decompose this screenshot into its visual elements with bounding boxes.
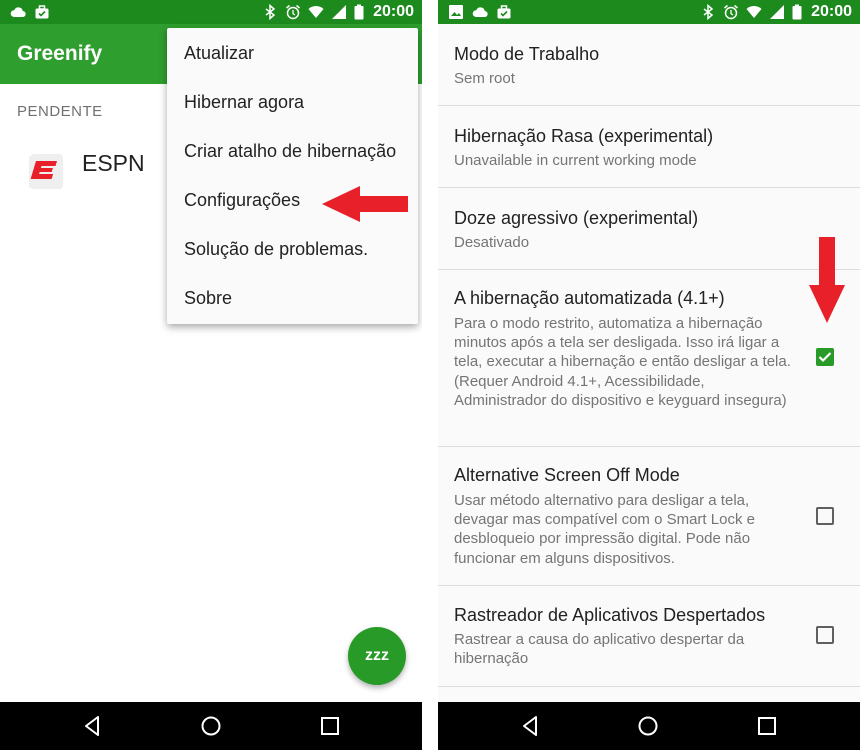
signal-icon: [770, 5, 785, 19]
phone-screen-left: 20:00 Greenify PENDENTE ESPN zzz Atualiz…: [0, 0, 422, 750]
bluetooth-icon: [265, 4, 276, 20]
annotation-arrow-left: [322, 186, 408, 222]
notification-icons: [10, 4, 50, 20]
back-icon[interactable]: [518, 714, 542, 738]
pref-wakeup-tracker[interactable]: Rastreador de Aplicativos Despertados Ra…: [438, 586, 860, 687]
sleep-icon: zzz: [365, 647, 389, 664]
system-icons: 20:00: [262, 2, 414, 22]
pref-summary: Desativado: [454, 234, 530, 251]
menu-item-troubleshooting[interactable]: Solução de problemas.: [184, 239, 368, 260]
bluetooth-icon: [703, 4, 714, 20]
navigation-bar: [438, 702, 860, 750]
menu-item-hibernate-now[interactable]: Hibernar agora: [184, 92, 304, 113]
back-icon[interactable]: [80, 714, 104, 738]
briefcase-icon: [35, 5, 49, 19]
pref-checkbox-checked[interactable]: [816, 348, 834, 366]
menu-item-create-shortcut[interactable]: Criar atalho de hibernação: [184, 141, 396, 162]
app-name: ESPN: [82, 150, 145, 176]
pref-summary: Rastrear a causa do aplicativo despertar…: [454, 631, 745, 668]
clock: 20:00: [373, 3, 414, 20]
pref-title: Hibernação Rasa (experimental): [454, 126, 714, 146]
pref-automated-hibernation[interactable]: A hibernação automatizada (4.1+) Para o …: [438, 270, 860, 447]
pref-checkbox-unchecked[interactable]: [816, 626, 834, 644]
alarm-icon: [286, 4, 301, 20]
battery-icon: [792, 4, 802, 20]
wifi-icon: [746, 6, 762, 18]
section-header-pending: PENDENTE: [17, 103, 103, 120]
signal-icon: [332, 5, 347, 19]
cloud-icon: [10, 7, 26, 18]
status-bar: 20:00: [0, 0, 422, 24]
pref-title: Doze agressivo (experimental): [454, 208, 699, 228]
alarm-icon: [724, 4, 739, 20]
hibernate-fab[interactable]: zzz: [348, 627, 406, 685]
pref-shallow-hibernation[interactable]: Hibernação Rasa (experimental) Unavailab…: [438, 106, 860, 188]
wifi-icon: [308, 6, 324, 18]
pref-summary: Usar método alternativo para desligar a …: [454, 492, 755, 567]
system-icons: 20:00: [700, 2, 852, 22]
home-icon[interactable]: [636, 714, 660, 738]
pref-working-mode[interactable]: Modo de Trabalho Sem root: [438, 24, 860, 106]
pref-title: Rastreador de Aplicativos Despertados: [454, 605, 766, 625]
clock: 20:00: [811, 3, 852, 20]
menu-item-about[interactable]: Sobre: [184, 288, 232, 309]
briefcase-icon: [497, 5, 511, 19]
home-icon[interactable]: [199, 714, 223, 738]
overflow-menu: Atualizar Hibernar agora Criar atalho de…: [167, 28, 418, 324]
pref-aggressive-doze[interactable]: Doze agressivo (experimental) Desativado: [438, 188, 860, 270]
recents-icon[interactable]: [318, 714, 342, 738]
checkmark-icon: [818, 352, 832, 363]
pref-summary: Unavailable in current working mode: [454, 152, 697, 169]
pref-title: A hibernação automatizada (4.1+): [454, 288, 725, 308]
cloud-icon: [472, 7, 488, 18]
status-bar: 20:00: [438, 0, 860, 24]
pref-summary: Sem root: [454, 70, 515, 87]
recents-icon[interactable]: [755, 714, 779, 738]
menu-item-settings[interactable]: Configurações: [184, 190, 300, 211]
notification-icons: [448, 4, 512, 20]
navigation-bar: [0, 702, 422, 750]
pref-title: Alternative Screen Off Mode: [454, 465, 680, 485]
pref-checkbox-unchecked[interactable]: [816, 507, 834, 525]
battery-icon: [354, 4, 364, 20]
pref-summary: Para o modo restrito, automatiza a hiber…: [454, 315, 791, 409]
pref-alternative-screen-off[interactable]: Alternative Screen Off Mode Usar método …: [438, 447, 860, 586]
pref-title: Modo de Trabalho: [454, 44, 600, 64]
image-icon: [449, 5, 463, 19]
menu-item-refresh[interactable]: Atualizar: [184, 43, 254, 64]
phone-screen-right: 20:00 Modo de Trabalho Sem root Hibernaç…: [438, 0, 860, 750]
espn-logo-icon: [29, 154, 63, 189]
annotation-arrow-down: [809, 237, 845, 323]
app-title: Greenify: [17, 42, 103, 65]
